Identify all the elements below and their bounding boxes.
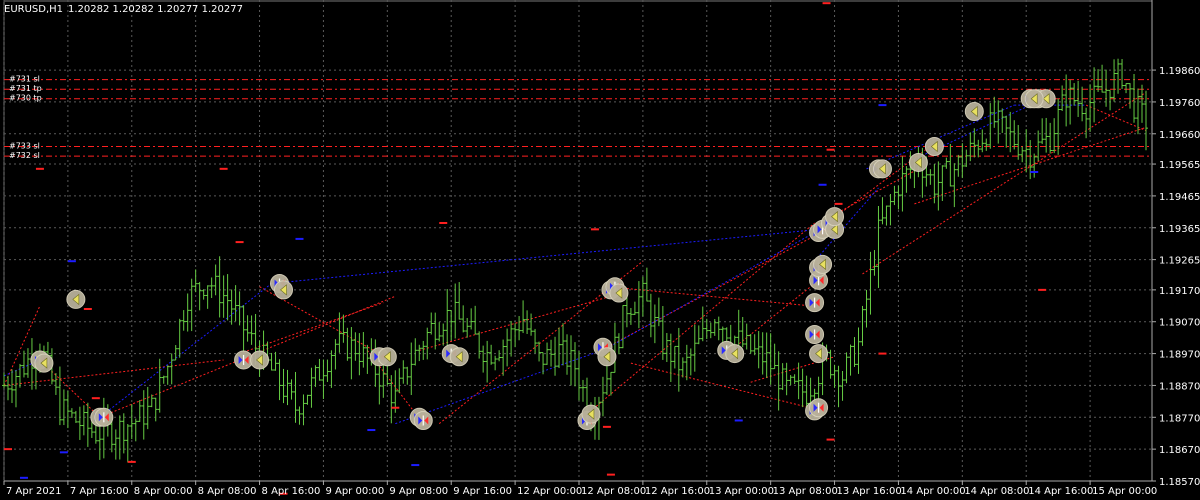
trade-exit-marker[interactable] (377, 347, 397, 367)
trade-exit-marker[interactable] (825, 207, 845, 227)
y-tick-label: 1.19365 (1159, 224, 1200, 235)
x-tick-label: 9 Apr 00:00 (325, 486, 384, 497)
trade-exit-marker[interactable] (908, 152, 928, 172)
order-level-label: #731 sl (9, 75, 40, 84)
order-level-label: #733 sl (9, 142, 40, 151)
y-tick-label: 1.18770 (1159, 413, 1200, 424)
trade-entry-marker[interactable] (413, 410, 433, 430)
x-tick-label: 8 Apr 08:00 (198, 486, 257, 497)
y-tick-label: 1.19660 (1159, 130, 1200, 141)
x-tick-label: 14 Apr 08:00 (964, 486, 1029, 497)
trade-exit-marker[interactable] (1024, 89, 1044, 109)
trade-entry-marker[interactable] (805, 293, 825, 313)
trade-exit-marker[interactable] (34, 353, 54, 373)
y-tick-label: 1.19760 (1159, 98, 1200, 109)
sell-trade-line (239, 302, 384, 355)
x-tick-label: 13 Apr 16:00 (837, 486, 902, 497)
y-tick-label: 1.19170 (1159, 286, 1200, 297)
trade-exit-marker[interactable] (66, 289, 86, 309)
x-tick-label: 13 Apr 08:00 (773, 486, 838, 497)
symbol-title: EURUSD,H1 (4, 4, 63, 15)
trade-exit-marker[interactable] (449, 347, 469, 367)
x-tick-label: 12 Apr 08:00 (581, 486, 646, 497)
trade-exit-marker[interactable] (924, 137, 944, 157)
x-tick-label: 14 Apr 16:00 (1028, 486, 1093, 497)
trade-exit-marker[interactable] (597, 347, 617, 367)
ohlc-readout: 1.20282 1.20282 1.20277 1.20277 (68, 4, 243, 15)
trade-exit-marker[interactable] (872, 159, 892, 179)
x-tick-label: 7 Apr 2021 (6, 486, 61, 497)
plot-frame (3, 0, 1153, 482)
y-tick-label: 1.19465 (1159, 192, 1200, 203)
y-tick-label: 1.19265 (1159, 256, 1200, 267)
x-tick-label: 9 Apr 08:00 (389, 486, 448, 497)
y-tick-label: 1.19070 (1159, 318, 1200, 329)
order-level-label: #731 tp (9, 84, 42, 93)
trade-exit-marker[interactable] (964, 101, 984, 121)
price-chart[interactable]: #731 sl#731 tp#730 tp #733 sl#732 sl 1.19… (0, 0, 1200, 500)
trade-exit-marker[interactable] (609, 283, 629, 303)
y-tick-label: 1.19860 (1159, 66, 1200, 77)
x-tick-label: 14 Apr 00:00 (900, 486, 965, 497)
x-tick-label: 12 Apr 16:00 (645, 486, 710, 497)
trade-exit-marker[interactable] (809, 344, 829, 364)
trade-exit-marker[interactable] (725, 344, 745, 364)
buy-trade-line (99, 283, 272, 418)
order-level-label: #732 sl (9, 151, 40, 160)
stop-marks (3, 2, 1047, 495)
trade-exit-marker[interactable] (274, 280, 294, 300)
buy-trade-line (271, 228, 819, 285)
y-tick-label: 1.19565 (1159, 160, 1200, 171)
buy-trade-line (602, 232, 815, 351)
trade-exit-marker[interactable] (581, 404, 601, 424)
x-tick-label: 15 Apr 00:00 (1092, 486, 1157, 497)
y-tick-label: 1.18870 (1159, 381, 1200, 392)
y-tick-label: 1.18570 (1159, 477, 1200, 488)
trade-entry-marker[interactable] (94, 407, 114, 427)
trade-entry-marker[interactable] (805, 324, 825, 344)
y-tick-label: 1.18670 (1159, 445, 1200, 456)
x-tick-label: 12 Apr 00:00 (517, 486, 582, 497)
x-tick-label: 7 Apr 16:00 (70, 486, 129, 497)
sell-trade-line (630, 362, 823, 412)
sell-trade-line (862, 91, 1147, 275)
chart-window[interactable]: #731 sl #731 tp #730 tp #733 sl #732 sl 1.19… (0, 0, 1200, 500)
buy-trade-line (866, 104, 1015, 170)
x-tick-label: 8 Apr 00:00 (134, 486, 193, 497)
x-tick-label: 9 Apr 16:00 (453, 486, 512, 497)
trade-exit-marker[interactable] (813, 254, 833, 274)
y-tick-label: 1.18970 (1159, 350, 1200, 361)
axes: 1.19860 1.19760 1.19660 1.19565 1.19465 1.193… (3, 0, 1200, 497)
order-level-label: #730 tp (9, 94, 42, 103)
x-tick-label: 8 Apr 16:00 (262, 486, 321, 497)
grid (3, 0, 1153, 482)
trade-exit-marker[interactable] (250, 350, 270, 370)
x-tick-label: 13 Apr 00:00 (709, 486, 774, 497)
trade-entry-marker[interactable] (809, 398, 829, 418)
trade-entry-marker[interactable] (234, 350, 254, 370)
